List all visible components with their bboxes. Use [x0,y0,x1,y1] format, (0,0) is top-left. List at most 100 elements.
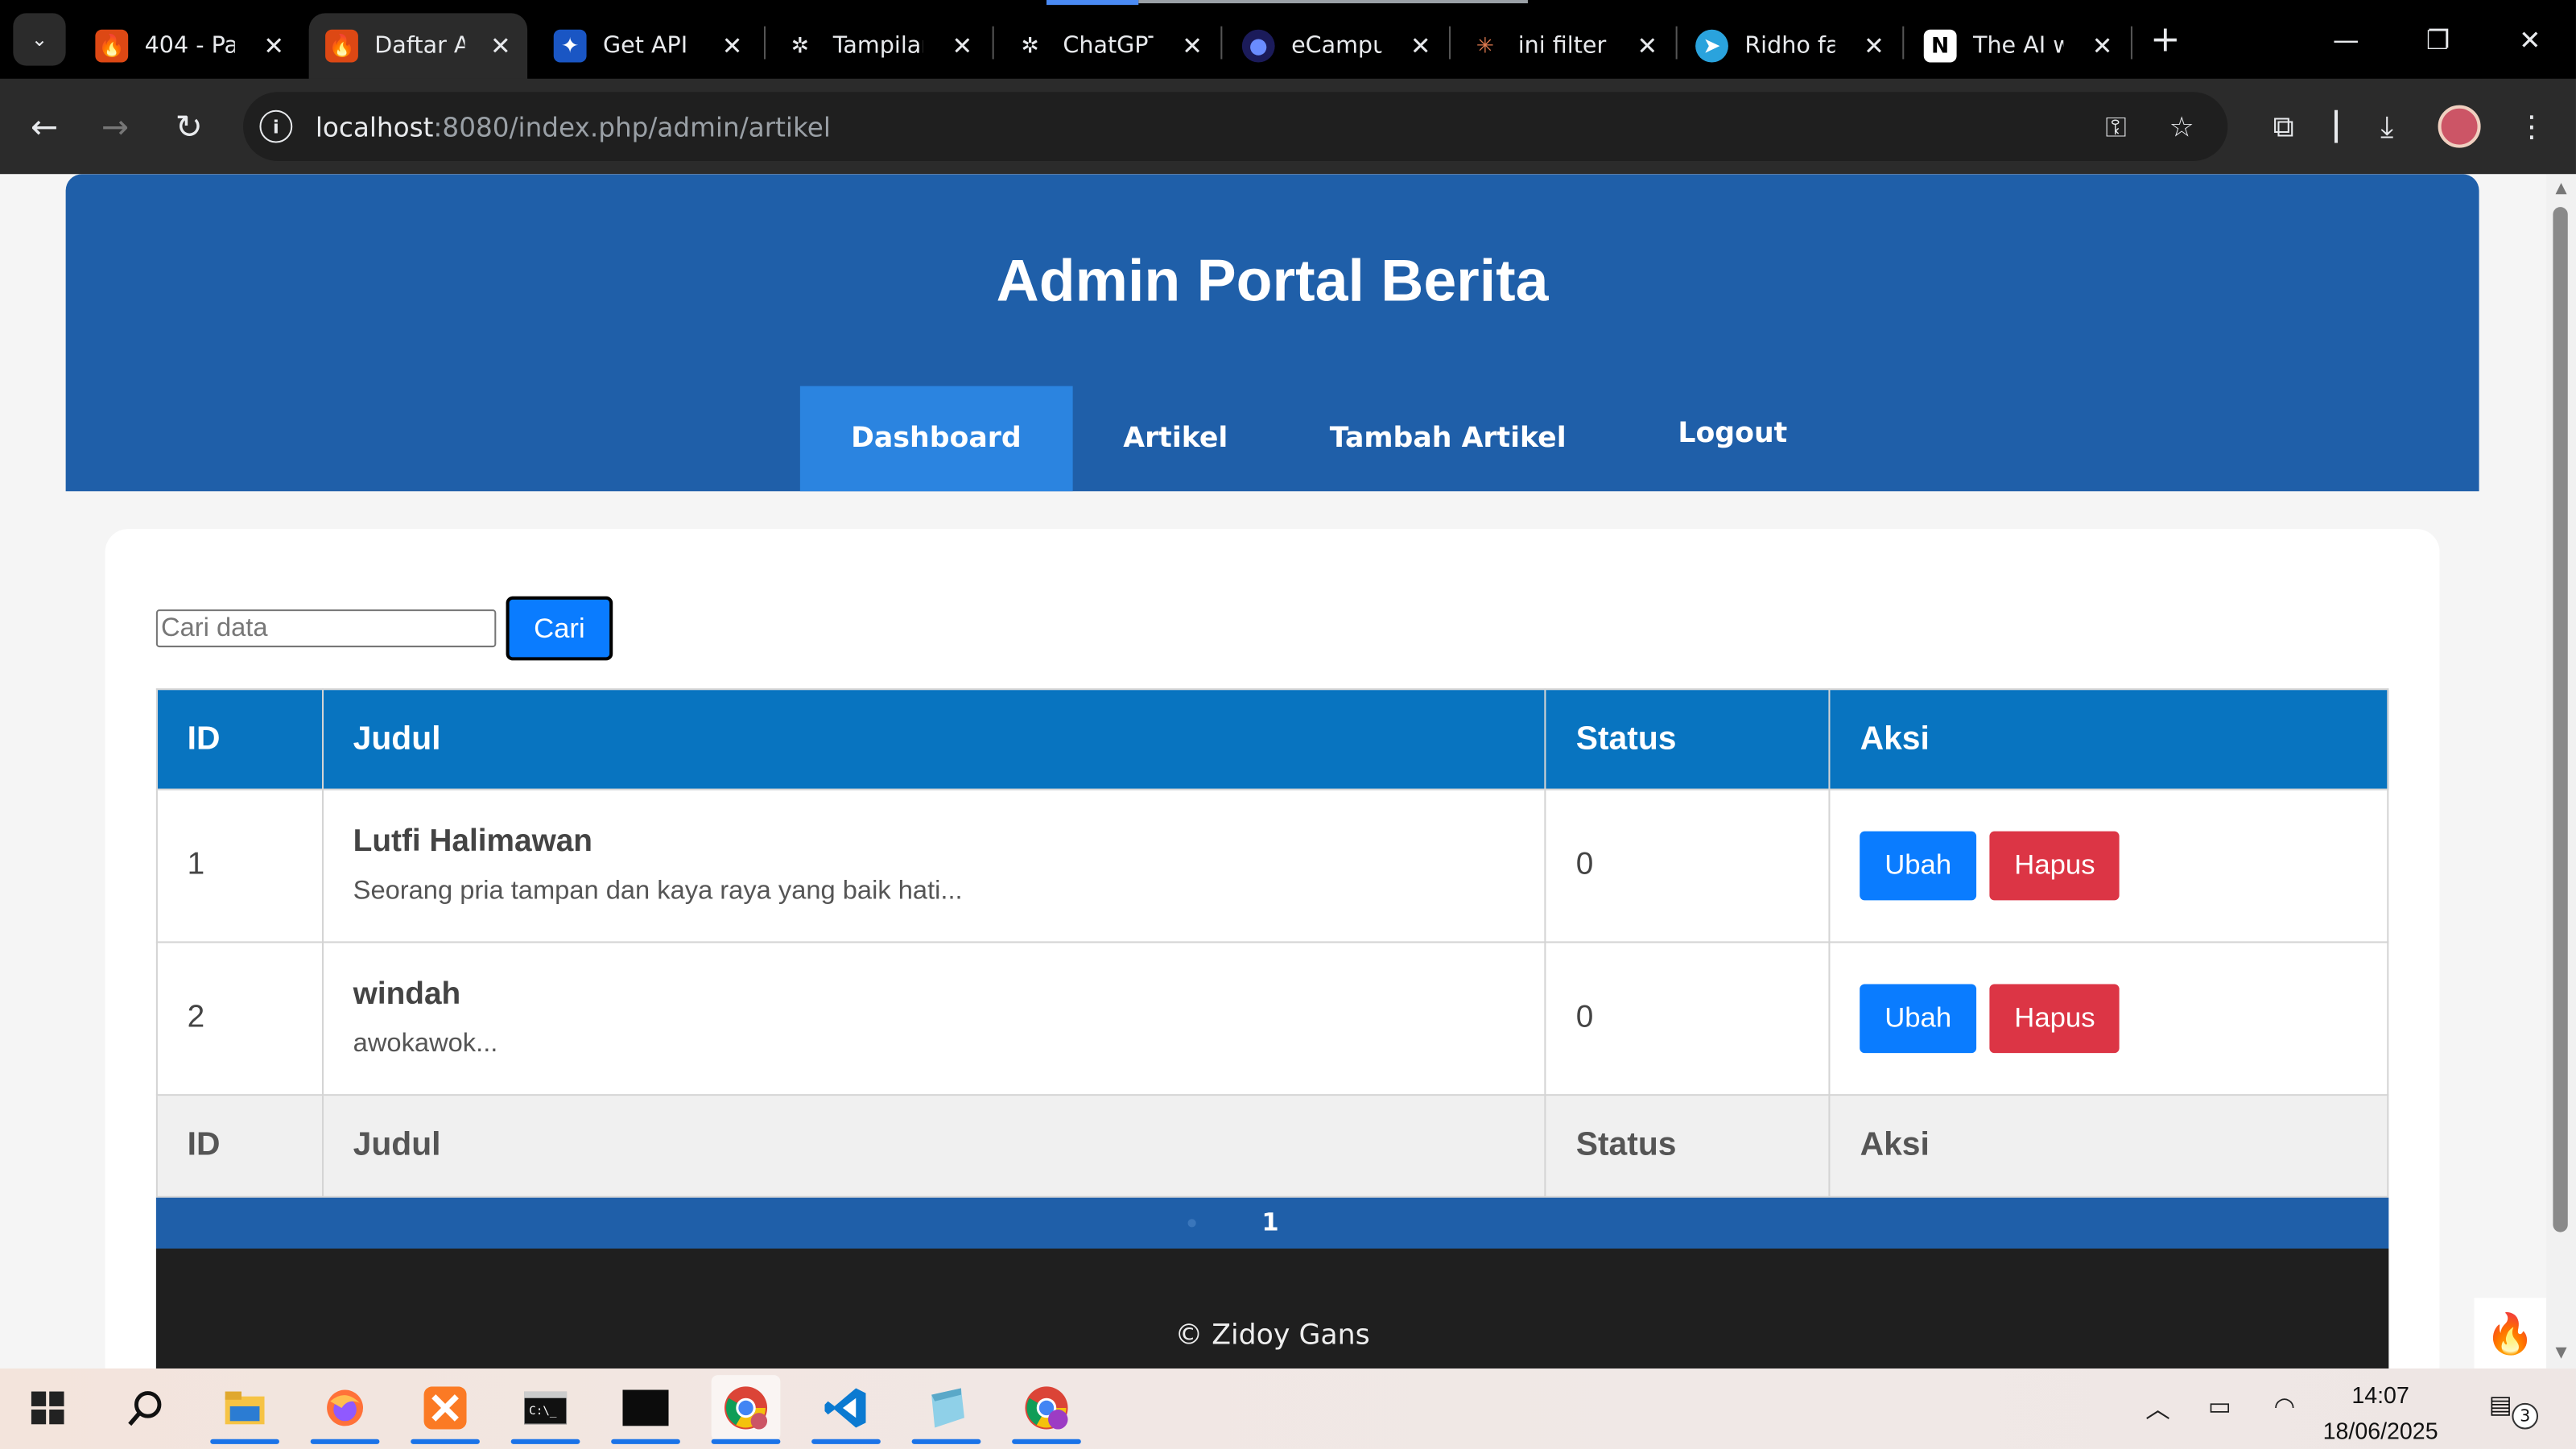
tab-ecampus[interactable]: ● eCampus ✕ [1225,13,1447,79]
windows-taskbar: C:\_ ︿ ▭ ◠ 14:07 18/06/2025 ▤ 3 [0,1368,2576,1449]
password-key-icon[interactable]: ⚿ [2096,109,2136,148]
scroll-thumb[interactable] [2553,207,2568,1232]
scroll-down-arrow[interactable]: ▼ [2553,1345,2569,1361]
running-indicator [811,1439,881,1444]
cell-aksi: Ubah Hapus [1828,941,2389,1096]
notification-icon[interactable]: ▤ 3 [2489,1390,2539,1430]
table-row: 1 Lutfi Halimawan Seorang pria tampan da… [155,788,2389,943]
close-icon[interactable]: ✕ [263,31,284,61]
page-link-1[interactable]: 1 [1261,1208,1278,1237]
svg-text:C:\_: C:\_ [529,1405,557,1418]
wifi-icon[interactable]: ◠ [2273,1392,2295,1422]
cell-status: 0 [1544,788,1831,943]
browser-tab-strip: ⌄ 🔥 404 - Pa ✕ 🔥 Daftar A ✕ ✦ Get API ✕ … [0,0,2576,79]
profile-avatar[interactable] [2438,105,2481,148]
browser-toolbar: ← → ↻ i localhost:8080/index.php/admin/a… [0,78,2576,175]
tab-separator [1220,26,1223,60]
telegram-icon: ➤ [1695,29,1728,63]
clock-date: 18/06/2025 [2322,1418,2438,1444]
browser-menu-icon[interactable]: ⋮ [2510,105,2553,148]
article-snippet: awokawok... [353,1030,498,1059]
battery-icon[interactable]: ▭ [2208,1392,2231,1422]
page-title: Admin Portal Berita [996,246,1549,314]
notepad-icon[interactable] [911,1375,981,1444]
cmd-icon[interactable]: C:\_ [510,1375,580,1444]
tab-search-button[interactable]: ⌄ [13,13,66,66]
search-button[interactable]: Cari [506,596,613,661]
close-icon[interactable]: ✕ [1864,31,1885,61]
chrome-icon[interactable] [711,1375,781,1444]
tab-ridho[interactable]: ➤ Ridho fa ✕ [1679,13,1901,79]
download-icon[interactable]: ⤓ [2366,105,2409,148]
clock-time: 14:07 [2351,1381,2409,1408]
terminal-icon[interactable] [611,1375,680,1444]
nav-tambah-artikel[interactable]: Tambah Artikel [1279,386,1617,492]
notion-icon: N [1923,29,1957,63]
delete-button[interactable]: Hapus [1989,984,2120,1054]
windows-start-icon[interactable] [13,1375,82,1441]
butterfly-icon: ✦ [553,29,587,63]
tab-404[interactable]: 🔥 404 - Pa ✕ [79,13,301,79]
page-scrollbar[interactable]: ▲ ▼ [2546,174,2576,1368]
column-header-judul: Judul [321,688,1546,791]
close-window-button[interactable]: ✕ [2497,13,2563,65]
system-clock[interactable]: 14:07 18/06/2025 [2320,1377,2442,1449]
new-tab-button[interactable]: + [2142,16,2188,62]
close-icon[interactable]: ✕ [490,31,511,61]
tab-separator [992,26,994,60]
vscode-icon[interactable] [811,1375,881,1444]
delete-button[interactable]: Hapus [1989,831,2120,901]
running-indicator [1012,1439,1081,1444]
close-icon[interactable]: ✕ [1182,31,1203,61]
article-table: ID Judul Status Aksi 1 Lutfi Halimawan S… [155,688,2389,1198]
nav-dashboard[interactable]: Dashboard [799,386,1073,492]
close-icon[interactable]: ✕ [2092,31,2113,61]
file-explorer-icon[interactable] [210,1375,279,1444]
article-title: Lutfi Halimawan [353,824,592,860]
edit-button[interactable]: Ubah [1860,984,1976,1054]
tab-chatgpt[interactable]: ✲ ChatGPT ✕ [997,13,1220,79]
codeigniter-debug-toolbar-icon[interactable]: 🔥 [2474,1298,2547,1368]
extensions-icon[interactable]: ⧉ [2262,105,2305,148]
tab-daftar-artikel[interactable]: 🔥 Daftar A ✕ [308,13,528,79]
close-icon[interactable]: ✕ [1410,31,1431,61]
search-icon[interactable] [112,1375,181,1441]
forward-button[interactable]: → [89,100,141,152]
tab-ini-filter[interactable]: ✳ ini filter ✕ [1452,13,1674,79]
nav-logout[interactable]: Logout [1627,386,1838,492]
tab-tampilan[interactable]: ✲ Tampilan ✕ [767,13,989,79]
nav-artikel[interactable]: Artikel [1072,386,1279,492]
search-input[interactable] [155,609,497,648]
cell-id: 2 [155,941,324,1096]
minimize-button[interactable]: — [2313,13,2379,65]
site-info-icon[interactable]: i [259,109,293,143]
site-header: Admin Portal Berita Dashboard Artikel Ta… [65,174,2479,492]
running-indicator [611,1439,680,1444]
chevron-up-icon[interactable]: ︿ [2145,1392,2170,1426]
main-nav: Dashboard Artikel Tambah Artikel Logout [799,386,1839,492]
close-icon[interactable]: ✕ [722,31,743,61]
firefox-icon[interactable] [310,1375,380,1444]
column-header-status: Status [1544,688,1831,791]
table-row: 2 windah awokawok... 0 Ubah Hapus [155,941,2389,1096]
close-icon[interactable]: ✕ [1637,31,1657,61]
running-indicator [411,1439,480,1444]
reload-button[interactable]: ↻ [163,100,215,152]
scroll-up-arrow[interactable]: ▲ [2553,180,2569,196]
edit-button[interactable]: Ubah [1860,831,1976,901]
cell-id: 1 [155,788,324,943]
bookmark-star-icon[interactable]: ☆ [2162,109,2202,148]
xampp-icon[interactable] [411,1375,480,1444]
close-icon[interactable]: ✕ [952,31,972,61]
table-header-row: ID Judul Status Aksi [155,688,2389,791]
url-text[interactable]: localhost:8080/index.php/admin/artikel [316,111,831,142]
openai-icon: ✲ [791,33,809,59]
restore-button[interactable]: ❐ [2405,13,2471,65]
tab-the-ai[interactable]: N The AI w ✕ [1907,13,2129,79]
chrome-profile-icon[interactable] [1012,1375,1081,1444]
tab-get-api[interactable]: ✦ Get API ✕ [537,13,759,79]
address-bar[interactable]: i localhost:8080/index.php/admin/artikel… [243,92,2228,161]
search-form: Cari [155,596,613,661]
article-title: windah [353,977,461,1013]
back-button[interactable]: ← [18,100,70,152]
